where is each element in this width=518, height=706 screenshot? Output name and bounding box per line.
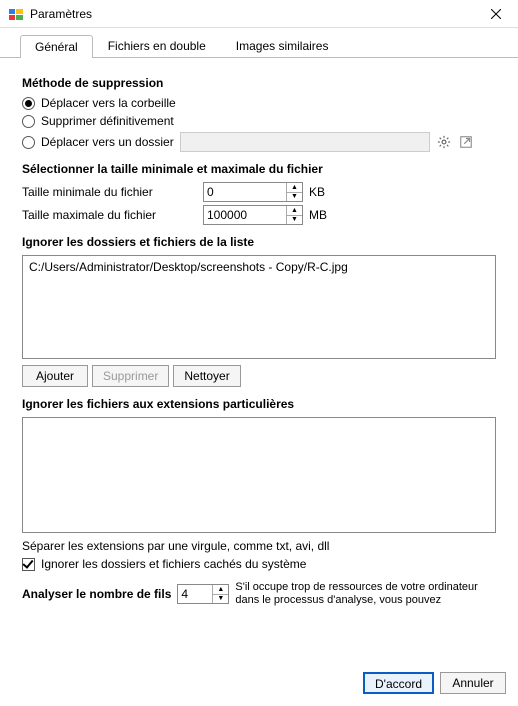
tabs: Général Fichiers en double Images simila…: [0, 28, 518, 58]
ignore-extensions-hint: Séparer les extensions par une virgule, …: [22, 539, 496, 553]
max-size-up[interactable]: ▲: [287, 206, 302, 216]
threads-spinner[interactable]: ▲ ▼: [177, 584, 229, 604]
close-button[interactable]: [482, 0, 510, 28]
radio-delete-permanently-label: Supprimer définitivement: [41, 114, 174, 128]
window-title: Paramètres: [30, 7, 482, 21]
threads-hint: S'il occupe trop de ressources de votre …: [235, 581, 496, 607]
ignore-list-listbox[interactable]: C:/Users/Administrator/Desktop/screensho…: [22, 255, 496, 359]
radio-move-to-recycle-bin[interactable]: [22, 97, 35, 110]
open-external-icon: [459, 135, 473, 149]
min-size-down[interactable]: ▼: [287, 193, 302, 202]
app-icon: [8, 6, 24, 22]
tab-duplicates[interactable]: Fichiers en double: [93, 34, 221, 57]
max-size-unit: MB: [309, 208, 327, 222]
min-size-unit: KB: [309, 185, 325, 199]
max-size-input[interactable]: [204, 206, 286, 224]
max-size-down[interactable]: ▼: [287, 216, 302, 225]
threads-down[interactable]: ▼: [213, 595, 228, 604]
min-size-up[interactable]: ▲: [287, 183, 302, 193]
max-size-spinner[interactable]: ▲ ▼: [203, 205, 303, 225]
tab-content: Méthode de suppression Déplacer vers la …: [0, 58, 518, 607]
ignore-list-title: Ignorer les dossiers et fichiers de la l…: [22, 235, 496, 249]
close-icon: [491, 9, 501, 19]
min-size-spinner[interactable]: ▲ ▼: [203, 182, 303, 202]
threads-label: Analyser le nombre de fils: [22, 587, 171, 601]
titlebar: Paramètres: [0, 0, 518, 28]
add-button[interactable]: Ajouter: [22, 365, 88, 387]
threads-up[interactable]: ▲: [213, 585, 228, 595]
ignore-extensions-textarea[interactable]: [22, 417, 496, 533]
open-folder-button[interactable]: [458, 134, 474, 150]
settings-gear-button[interactable]: [436, 134, 452, 150]
radio-delete-permanently[interactable]: [22, 115, 35, 128]
ignore-hidden-checkbox[interactable]: [22, 558, 35, 571]
dialog-buttons: D'accord Annuler: [363, 672, 506, 694]
size-range-title: Sélectionner la taille minimale et maxim…: [22, 162, 496, 176]
gear-icon: [437, 135, 451, 149]
max-size-label: Taille maximale du fichier: [22, 208, 197, 222]
clear-button[interactable]: Nettoyer: [173, 365, 240, 387]
deletion-method-title: Méthode de suppression: [22, 76, 496, 90]
tab-images[interactable]: Images similaires: [221, 34, 344, 57]
min-size-label: Taille minimale du fichier: [22, 185, 197, 199]
radio-move-to-folder[interactable]: [22, 136, 35, 149]
move-to-folder-path-input[interactable]: [180, 132, 430, 152]
cancel-button[interactable]: Annuler: [440, 672, 506, 694]
remove-button[interactable]: Supprimer: [92, 365, 169, 387]
tab-general[interactable]: Général: [20, 35, 93, 58]
ok-button[interactable]: D'accord: [363, 672, 434, 694]
radio-move-to-recycle-bin-label: Déplacer vers la corbeille: [41, 96, 176, 110]
ignore-hidden-label: Ignorer les dossiers et fichiers cachés …: [41, 557, 306, 571]
min-size-input[interactable]: [204, 183, 286, 201]
ignore-extensions-title: Ignorer les fichiers aux extensions part…: [22, 397, 496, 411]
threads-input[interactable]: [178, 585, 212, 603]
radio-move-to-folder-label: Déplacer vers un dossier: [41, 135, 174, 149]
list-item[interactable]: C:/Users/Administrator/Desktop/screensho…: [29, 260, 489, 274]
